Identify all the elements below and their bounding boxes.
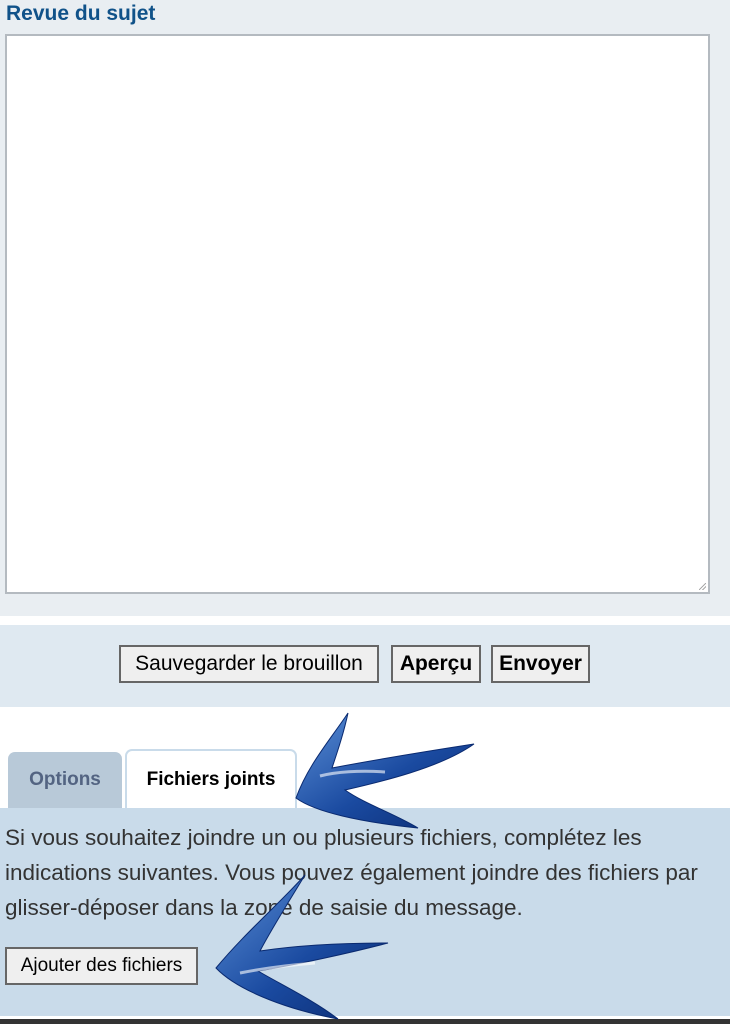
add-files-button[interactable]: Ajouter des fichiers [5, 947, 198, 985]
resize-grip-icon[interactable] [699, 583, 706, 590]
save-draft-button[interactable]: Sauvegarder le brouillon [119, 645, 379, 683]
tab-attachments[interactable]: Fichiers joints [125, 749, 297, 808]
topic-review-title: Revue du sujet [6, 2, 156, 25]
submit-buttons-panel: Sauvegarder le brouillon Aperçu Envoyer [0, 625, 730, 707]
topic-review-box[interactable] [5, 34, 710, 594]
hand-drawn-arrow-icon [215, 874, 389, 1020]
hand-drawn-arrow-icon [295, 712, 475, 829]
topic-review-panel: Revue du sujet [0, 0, 730, 616]
tab-options[interactable]: Options [8, 752, 122, 808]
send-button[interactable]: Envoyer [491, 645, 590, 683]
preview-button[interactable]: Aperçu [391, 645, 481, 683]
